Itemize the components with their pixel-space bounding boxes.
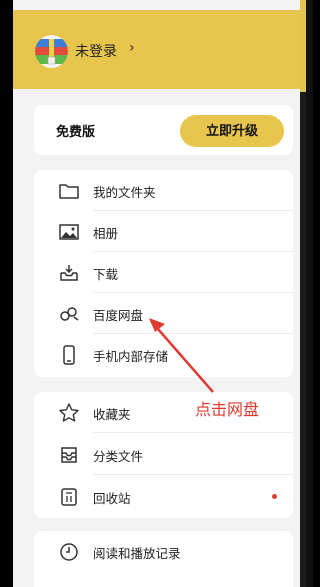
background-panel-edge (300, 0, 313, 587)
side-drawer: 未登录 › 免费版 立即升级 我的文件夹 相册 下载 百度网盘 手机内部存储 收… (13, 0, 300, 587)
panel-edge-body (300, 92, 306, 587)
annotation-text: 点击网盘 (195, 400, 260, 419)
panel-edge-header (300, 0, 306, 92)
annotation-arrow-icon (149, 318, 214, 393)
